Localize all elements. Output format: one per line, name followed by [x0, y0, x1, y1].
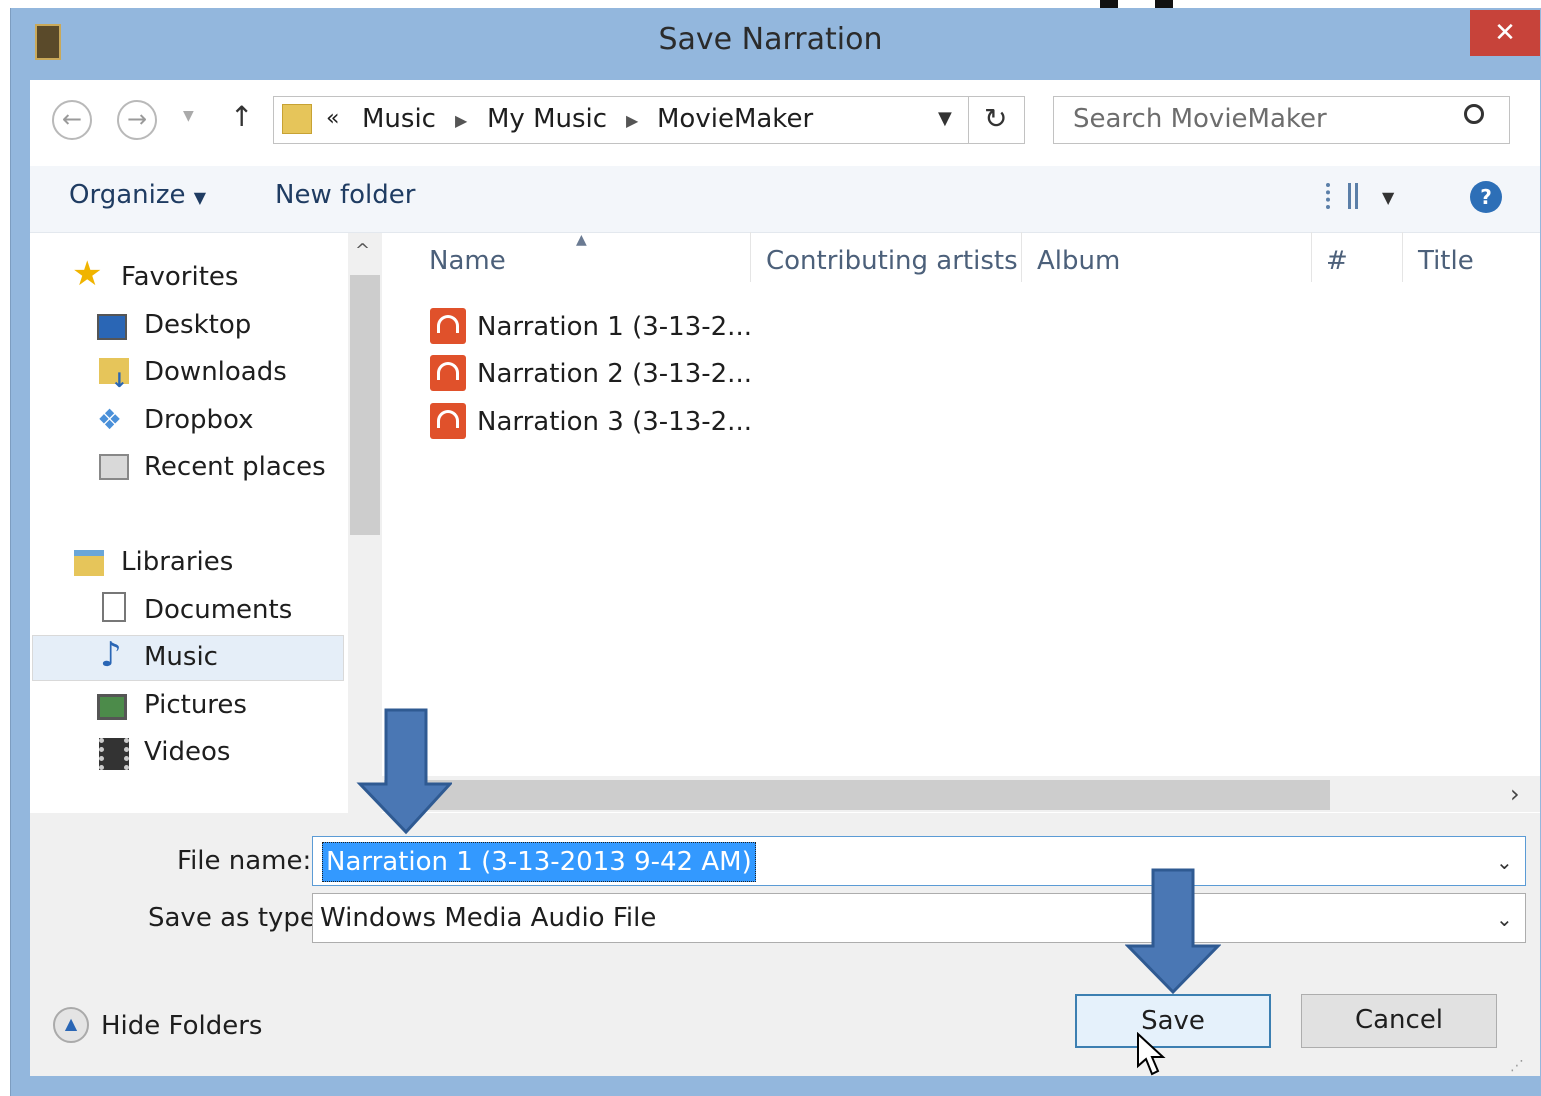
column-header-contributing-artists[interactable]: Contributing artists	[766, 246, 1018, 276]
command-bar	[30, 166, 1540, 233]
breadcrumb-separator-icon[interactable]: ▶	[455, 111, 467, 130]
column-header-number[interactable]: #	[1326, 246, 1348, 276]
column-header-name[interactable]: Name	[429, 246, 506, 276]
file-name: Narration 1 (3-13-2...	[477, 312, 752, 342]
hide-folders-button[interactable]: Hide Folders	[101, 1011, 262, 1041]
file-row[interactable]: Narration 1 (3-13-2...	[430, 306, 752, 350]
nav-item-recent-places[interactable]: Recent places	[144, 452, 326, 482]
slide-decoration	[1100, 0, 1118, 8]
nav-favorites[interactable]: Favorites	[121, 262, 238, 292]
file-name: Narration 3 (3-13-2...	[477, 407, 752, 437]
nav-item-downloads[interactable]: Downloads	[144, 357, 287, 387]
view-options-dropdown-icon[interactable]: ▼	[1382, 188, 1394, 207]
sort-ascending-icon: ▲	[576, 232, 587, 248]
horizontal-scrollbar-thumb[interactable]	[384, 780, 1330, 810]
desktop-icon	[97, 314, 127, 340]
hide-folders-icon[interactable]: ▲	[53, 1007, 89, 1043]
column-separator[interactable]	[1311, 232, 1312, 282]
folder-icon	[282, 104, 312, 134]
cancel-button[interactable]: Cancel	[1301, 994, 1497, 1048]
recent-places-icon	[99, 454, 129, 480]
downloads-arrow-icon: ↓	[111, 368, 128, 392]
nav-item-pictures[interactable]: Pictures	[144, 690, 247, 720]
breadcrumb-moviemaker[interactable]: MovieMaker	[657, 104, 813, 134]
nav-libraries[interactable]: Libraries	[121, 547, 233, 577]
scroll-right-icon[interactable]: ›	[1510, 780, 1520, 808]
column-separator[interactable]	[1021, 232, 1022, 282]
nav-item-documents[interactable]: Documents	[144, 595, 292, 625]
breadcrumb-separator-icon[interactable]: ▶	[626, 111, 638, 130]
file-name: Narration 2 (3-13-2...	[477, 359, 752, 389]
close-button[interactable]: ✕	[1470, 10, 1540, 56]
audio-file-icon	[430, 355, 466, 391]
music-icon: ♪	[100, 635, 122, 675]
search-icon[interactable]	[1464, 104, 1484, 124]
chevron-down-icon: ▼	[193, 188, 207, 207]
up-icon[interactable]: ↑	[230, 100, 253, 133]
save-as-type-dropdown-icon[interactable]: ⌄	[1496, 907, 1513, 931]
file-name-value[interactable]: Narration 1 (3-13-2013 9-42 AM)	[322, 842, 756, 882]
file-row[interactable]: Narration 2 (3-13-2...	[430, 353, 752, 397]
save-as-type-value[interactable]: Windows Media Audio File	[320, 903, 656, 933]
file-row[interactable]: Narration 3 (3-13-2...	[430, 401, 752, 445]
column-separator[interactable]	[1402, 232, 1403, 282]
search-placeholder: Search MovieMaker	[1073, 104, 1327, 134]
refresh-icon[interactable]: ↻	[984, 102, 1007, 135]
nav-item-dropbox[interactable]: Dropbox	[144, 405, 254, 435]
libraries-icon	[74, 550, 104, 576]
column-header-title[interactable]: Title	[1418, 246, 1474, 276]
save-button[interactable]: Save	[1075, 994, 1271, 1048]
scroll-up-icon[interactable]: ^	[355, 240, 370, 261]
resize-grip-icon[interactable]: ⋰	[1510, 1058, 1524, 1074]
annotation-arrow-down	[356, 708, 452, 835]
help-icon[interactable]: ?	[1470, 181, 1502, 213]
new-folder-button[interactable]: New folder	[275, 180, 415, 210]
nav-item-videos[interactable]: Videos	[144, 737, 230, 767]
nav-item-music[interactable]: Music	[144, 642, 218, 672]
view-icon[interactable]	[1326, 183, 1358, 209]
file-name-dropdown-icon[interactable]: ⌄	[1496, 850, 1513, 874]
column-separator[interactable]	[750, 232, 751, 282]
organize-label: Organize	[69, 180, 186, 210]
file-name-label: File name:	[177, 846, 312, 876]
address-dropdown-icon[interactable]: ▼	[938, 108, 952, 129]
dropbox-icon: ❖	[97, 403, 123, 436]
documents-icon	[102, 592, 126, 622]
audio-file-icon	[430, 308, 466, 344]
breadcrumb-music[interactable]: Music	[362, 104, 436, 134]
back-icon[interactable]: ←	[52, 100, 92, 140]
save-as-type-label: Save as type:	[148, 903, 325, 933]
breadcrumb-my-music[interactable]: My Music	[487, 104, 607, 134]
nav-scrollbar-thumb[interactable]	[350, 275, 380, 535]
forward-icon[interactable]: →	[117, 100, 157, 140]
star-icon: ★	[72, 254, 103, 294]
slide-decoration	[1155, 0, 1173, 8]
column-header-album[interactable]: Album	[1037, 246, 1120, 276]
organize-menu[interactable]: Organize ▼	[69, 180, 206, 210]
videos-icon	[99, 738, 129, 770]
audio-file-icon	[430, 403, 466, 439]
recent-locations-dropdown-icon[interactable]: ▼	[183, 108, 194, 124]
address-divider	[968, 97, 969, 143]
annotation-arrow-down	[1125, 868, 1221, 995]
pictures-icon	[97, 694, 127, 720]
cursor-icon	[1137, 1032, 1166, 1076]
window-title: Save Narration	[658, 22, 883, 57]
nav-item-desktop[interactable]: Desktop	[144, 310, 251, 340]
breadcrumb-overflow[interactable]: «	[326, 106, 339, 131]
